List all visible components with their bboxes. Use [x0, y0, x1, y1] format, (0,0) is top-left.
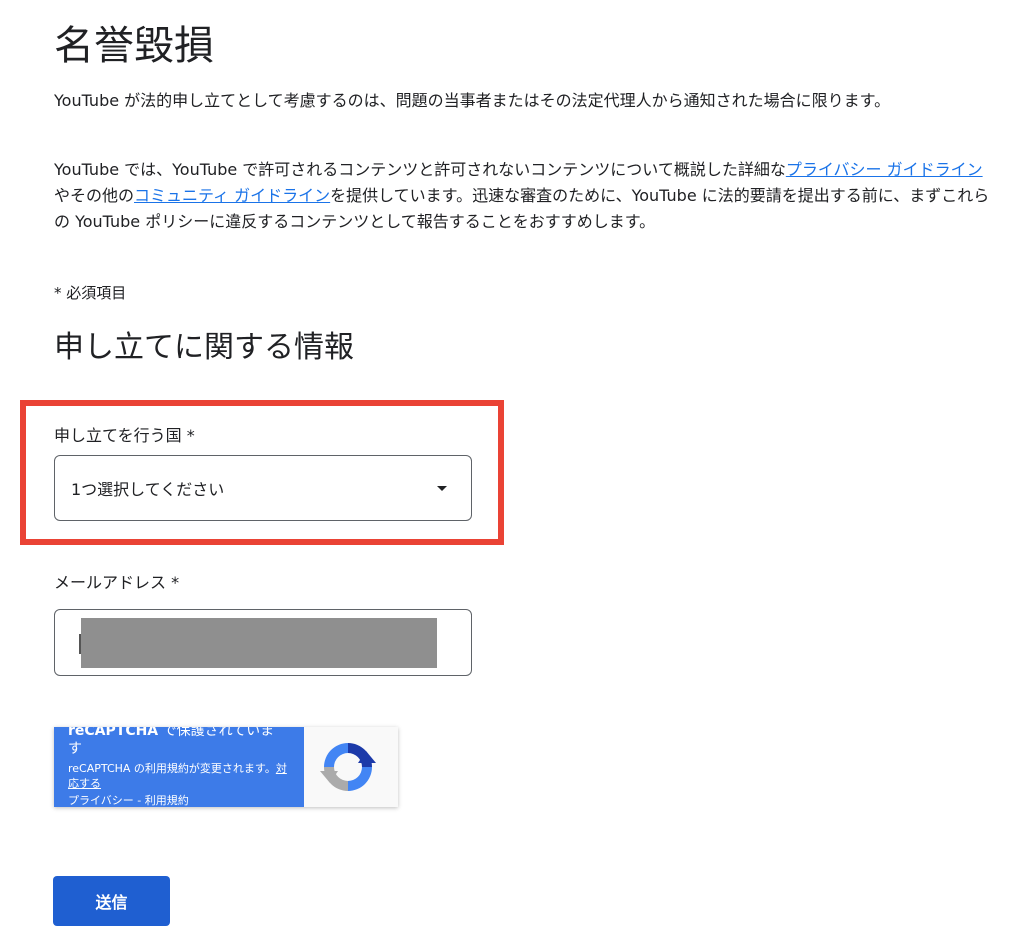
email-field[interactable] [54, 609, 472, 676]
country-label: 申し立てを行う国 * [54, 426, 195, 445]
section-title: 申し立てに関する情報 [54, 330, 354, 365]
country-select[interactable]: 1つ選択してください [54, 455, 472, 521]
community-guidelines-link[interactable]: コミュニティ ガイドライン [134, 186, 330, 205]
recaptcha-heading: reCAPTCHA で保護されています [68, 727, 292, 758]
redacted-email-value [81, 618, 437, 668]
recaptcha-heading-line2: す [68, 741, 82, 757]
policy-text-part2: やその他の [54, 186, 135, 205]
dropdown-arrow-icon [437, 485, 447, 491]
submit-button[interactable]: 送信 [53, 876, 170, 926]
intro-text: YouTube が法的申し立てとして考慮するのは、問題の当事者またはその法定代理… [54, 91, 891, 110]
recaptcha-heading-suffix: で保護されていま [158, 727, 275, 739]
recaptcha-brand: reCAPTCHA [68, 727, 159, 739]
email-label: メールアドレス * [54, 573, 180, 592]
recaptcha-logo-icon [320, 743, 376, 791]
recaptcha-notice-text: reCAPTCHA の利用規約が変更されます。 [68, 762, 276, 775]
recaptcha-notice: reCAPTCHA の利用規約が変更されます。対応する [68, 761, 292, 791]
page-title: 名誉毀損 [54, 23, 214, 69]
recaptcha-widget[interactable]: reCAPTCHA で保護されています reCAPTCHA の利用規約が変更され… [54, 727, 398, 807]
policy-text-part1: YouTube では、YouTube で許可されるコンテンツと許可されないコンテ… [54, 160, 786, 179]
recaptcha-privacy-terms-links[interactable]: プライバシー - 利用規約 [68, 793, 292, 807]
country-select-value: 1つ選択してください [71, 480, 225, 499]
required-fields-note: * 必須項目 [54, 284, 127, 302]
recaptcha-info-panel: reCAPTCHA で保護されています reCAPTCHA の利用規約が変更され… [54, 727, 304, 807]
privacy-guidelines-link[interactable]: プライバシー ガイドライン [786, 160, 983, 179]
policy-text: YouTube では、YouTube で許可されるコンテンツと許可されないコンテ… [54, 157, 994, 235]
